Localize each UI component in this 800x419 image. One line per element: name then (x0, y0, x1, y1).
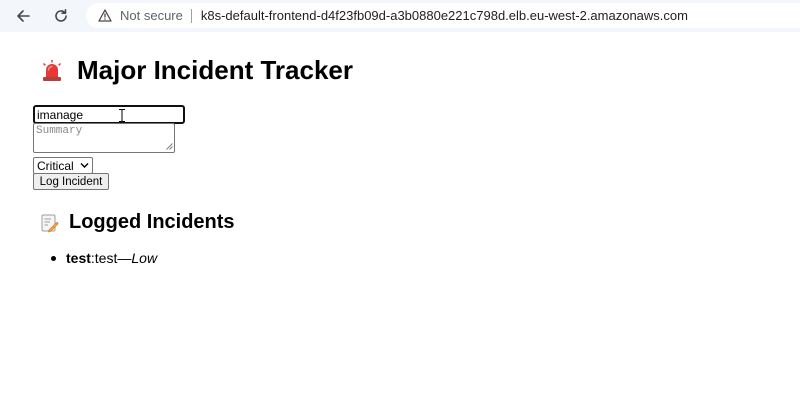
reload-icon (55, 9, 67, 22)
severity-selected-value: Critical (37, 158, 74, 173)
summary-textarea[interactable] (33, 123, 175, 153)
browser-toolbar: Not secure k8s-default-frontend-d4f23fb0… (0, 0, 800, 32)
memo-icon (39, 213, 59, 233)
incident-summary: test (94, 250, 118, 266)
incident-severity: Low (131, 250, 158, 266)
log-incident-button[interactable]: Log Incident (33, 173, 109, 190)
incident-dash: — (117, 250, 132, 266)
list-item: test: test — Low (51, 250, 157, 266)
address-divider (190, 8, 192, 23)
url-text[interactable]: k8s-default-frontend-d4f23fb09d-a3b0880e… (201, 8, 688, 23)
severity-select[interactable]: Critical (33, 157, 93, 174)
chevron-down-icon (80, 163, 89, 168)
back-button[interactable] (9, 2, 37, 30)
resize-grip-icon[interactable] (166, 143, 173, 150)
siren-icon (39, 58, 65, 84)
page-title: Major Incident Tracker (39, 55, 353, 86)
address-bar[interactable]: Not secure k8s-default-frontend-d4f23fb0… (86, 3, 800, 28)
back-arrow-icon (17, 10, 30, 22)
security-label[interactable]: Not secure (120, 8, 183, 23)
incident-title-input[interactable] (33, 105, 185, 124)
logged-incidents-heading: Logged Incidents (39, 211, 235, 234)
warning-icon[interactable] (97, 8, 113, 24)
page-title-text: Major Incident Tracker (77, 55, 353, 85)
incident-title: test (66, 250, 91, 266)
list-bullet (51, 255, 56, 261)
text-cursor-icon (119, 109, 125, 122)
reload-button[interactable] (47, 2, 75, 30)
incident-list: test: test — Low (51, 250, 157, 266)
logged-incidents-title: Logged Incidents (69, 211, 235, 233)
